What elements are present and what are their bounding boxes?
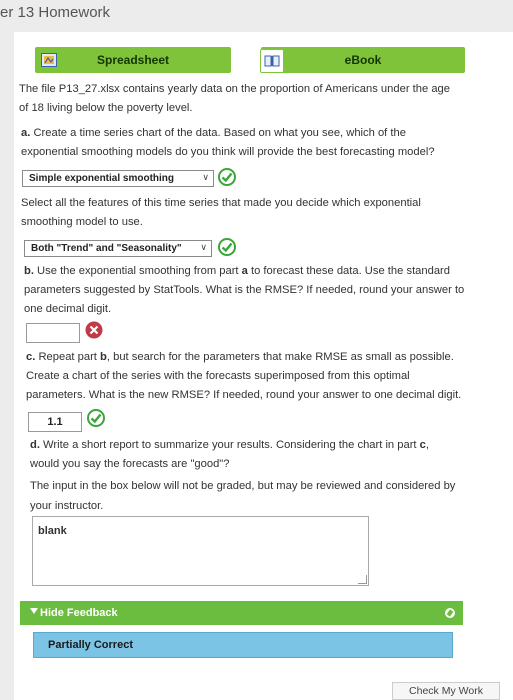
part-d-text-pre: Write a short report to summarize your r…	[39, 439, 420, 451]
ebook-tab-label: eBook	[344, 53, 382, 67]
part-a-text-1: Create a time series chart of the data. …	[30, 127, 406, 139]
part-b-text-pre: Use the exponential smoothing from part	[33, 265, 242, 277]
part-a-text-2: exponential smoothing models do you thin…	[21, 146, 435, 158]
spreadsheet-tab[interactable]: Spreadsheet	[35, 47, 231, 73]
part-c-question: c. Repeat part b, but search for the par…	[26, 348, 454, 367]
report-textarea[interactable]: blank	[32, 516, 369, 586]
part-c-ref: b	[100, 351, 107, 363]
resize-handle[interactable]	[358, 575, 367, 584]
part-b-text-2: parameters suggested by StatTools. What …	[24, 284, 465, 296]
correct-check-icon	[218, 168, 236, 186]
model-select[interactable]: Simple exponential smoothing ∨	[22, 170, 214, 187]
check-my-work-button[interactable]: Check My Work	[392, 682, 500, 700]
part-b-label: b.	[24, 265, 34, 277]
features-select[interactable]: Both "Trend" and "Seasonality" ∨	[24, 240, 212, 257]
feedback-status: Partially Correct	[33, 632, 453, 658]
part-b-text-3: one decimal digit.	[24, 303, 112, 315]
part-c-text-2: Create a chart of the series with the fo…	[26, 370, 410, 382]
part-c-label: c.	[26, 351, 36, 363]
rmse-c-input[interactable]: 1.1	[28, 412, 82, 432]
incorrect-x-icon	[85, 321, 103, 339]
intro-line-1: The file P13_27.xlsx contains yearly dat…	[19, 83, 450, 95]
part-c-text-3: parameters. What is the new RMSE? If nee…	[26, 389, 462, 401]
question-panel: Spreadsheet eBook The file P13_27.xlsx c…	[14, 32, 513, 700]
features-text-1: Select all the features of this time ser…	[21, 197, 421, 209]
part-a-label: a.	[21, 127, 31, 139]
features-select-value: Both "Trend" and "Seasonality"	[31, 243, 182, 254]
part-b-text-post: to forecast these data. Use the standard	[247, 265, 451, 277]
correct-check-icon	[87, 409, 105, 427]
ebook-tab[interactable]: eBook	[260, 47, 465, 73]
hide-feedback-toggle[interactable]: Hide Feedback	[20, 601, 463, 625]
hide-feedback-label: Hide Feedback	[40, 607, 118, 619]
part-d-text-2: would you say the forecasts are "good"?	[30, 458, 230, 470]
part-a-question: a. Create a time series chart of the dat…	[21, 124, 406, 143]
part-d-label: d.	[30, 439, 40, 451]
rmse-b-input[interactable]	[26, 323, 80, 343]
caret-down-icon	[30, 608, 38, 614]
part-c-text-pre: Repeat part	[35, 351, 101, 363]
book-icon	[260, 49, 284, 73]
status-dot-icon	[445, 608, 455, 618]
part-d-text-post: ,	[425, 439, 429, 451]
report-text: blank	[38, 525, 67, 537]
chevron-down-icon: ∨	[200, 242, 207, 252]
spreadsheet-tab-label: Spreadsheet	[96, 53, 170, 67]
feedback-status-text: Partially Correct	[48, 639, 133, 651]
intro-line-2: of 18 living below the poverty level.	[19, 102, 193, 114]
part-d-note-2: your instructor.	[30, 500, 104, 512]
correct-check-icon	[218, 238, 236, 256]
part-c-text-post: , but search for the parameters that mak…	[106, 351, 454, 363]
part-b-question: b. Use the exponential smoothing from pa…	[24, 262, 450, 281]
page-header-title: er 13 Homework	[0, 4, 111, 21]
chevron-down-icon: ∨	[202, 172, 209, 182]
model-select-value: Simple exponential smoothing	[29, 173, 175, 184]
part-d-question: d. Write a short report to summarize you…	[30, 436, 429, 455]
features-text-2: smoothing model to use.	[21, 216, 143, 228]
part-d-note-1: The input in the box below will not be g…	[30, 480, 456, 492]
spreadsheet-icon	[38, 49, 60, 71]
